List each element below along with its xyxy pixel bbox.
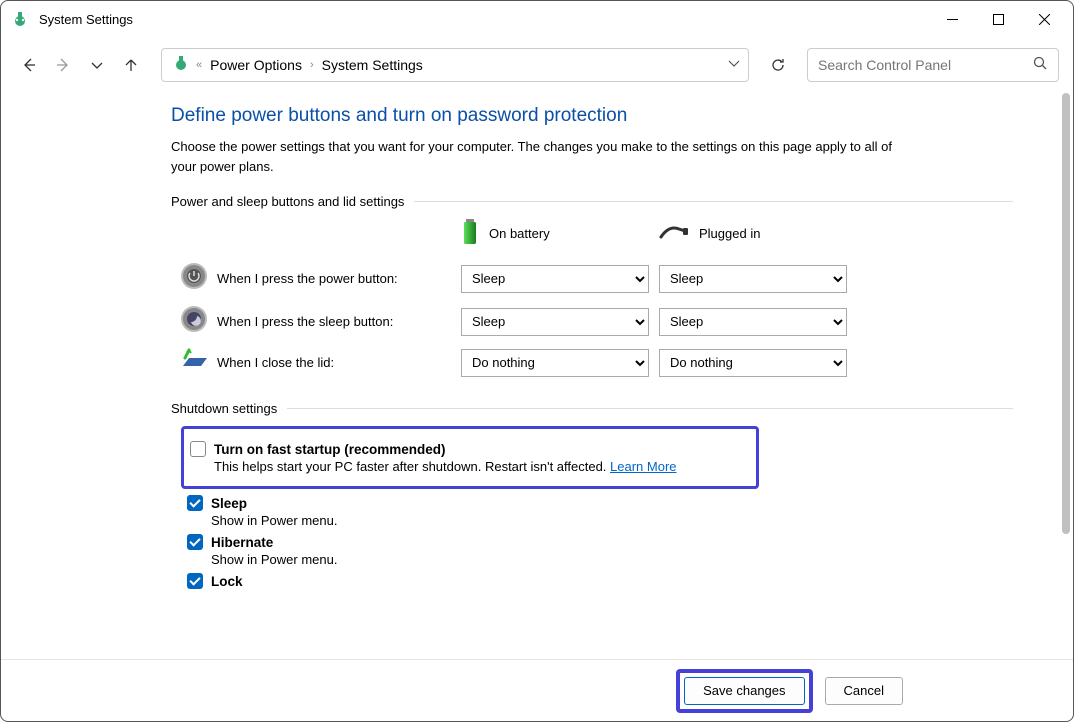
- lid-battery-select[interactable]: Do nothing: [461, 349, 649, 377]
- search-input[interactable]: [818, 57, 1032, 73]
- breadcrumb-power-options[interactable]: Power Options: [204, 55, 308, 75]
- hibernate-desc: Show in Power menu.: [211, 552, 1013, 567]
- maximize-button[interactable]: [975, 4, 1021, 34]
- on-battery-label: On battery: [489, 226, 550, 241]
- fast-startup-desc: This helps start your PC faster after sh…: [214, 459, 752, 474]
- section-power-buttons: Power and sleep buttons and lid settings: [171, 194, 1013, 209]
- lid-icon: [179, 348, 209, 377]
- battery-icon: [461, 219, 479, 248]
- toolbar: « Power Options › System Settings: [1, 37, 1073, 93]
- lid-plugged-select[interactable]: Do nothing: [659, 349, 847, 377]
- power-button-row: When I press the power button: Sleep Sle…: [171, 262, 1013, 295]
- address-dropdown-icon[interactable]: [726, 55, 742, 76]
- section-label: Shutdown settings: [171, 401, 277, 416]
- cancel-button[interactable]: Cancel: [825, 677, 903, 705]
- search-icon[interactable]: [1032, 55, 1048, 76]
- window-title: System Settings: [39, 12, 133, 27]
- lock-label: Lock: [211, 574, 243, 589]
- power-button-battery-select[interactable]: Sleep: [461, 265, 649, 293]
- app-icon: [11, 10, 29, 28]
- up-button[interactable]: [117, 51, 145, 79]
- plugged-in-label: Plugged in: [699, 226, 760, 241]
- lid-row: When I close the lid: Do nothing Do noth…: [171, 348, 1013, 377]
- search-box[interactable]: [807, 48, 1059, 82]
- scrollbar-thumb[interactable]: [1062, 93, 1070, 534]
- breadcrumb-prev-icon[interactable]: «: [194, 59, 204, 71]
- content-area: Define power buttons and turn on passwor…: [1, 93, 1073, 589]
- power-button-icon: [180, 262, 208, 295]
- sleep-item: Sleep Show in Power menu.: [187, 495, 1013, 528]
- fast-startup-highlight: Turn on fast startup (recommended) This …: [181, 426, 759, 489]
- minimize-button[interactable]: [929, 4, 975, 34]
- section-label: Power and sleep buttons and lid settings: [171, 194, 404, 209]
- control-panel-icon: [172, 54, 190, 77]
- column-headers: On battery Plugged in: [171, 219, 1013, 248]
- page-description: Choose the power settings that you want …: [171, 137, 911, 176]
- sleep-checkbox[interactable]: [187, 495, 203, 511]
- fast-startup-checkbox[interactable]: [190, 441, 206, 457]
- titlebar: System Settings: [1, 1, 1073, 37]
- section-shutdown: Shutdown settings: [171, 401, 1013, 416]
- sleep-button-icon: [180, 305, 208, 338]
- hibernate-checkbox[interactable]: [187, 534, 203, 550]
- power-button-label: When I press the power button:: [217, 271, 461, 286]
- sleep-button-plugged-select[interactable]: Sleep: [659, 308, 847, 336]
- chevron-right-icon: ›: [308, 59, 316, 71]
- lock-checkbox[interactable]: [187, 573, 203, 589]
- footer: Save changes Cancel: [1, 659, 1073, 721]
- sleep-button-label: When I press the sleep button:: [217, 314, 461, 329]
- breadcrumb-system-settings[interactable]: System Settings: [316, 55, 429, 75]
- sleep-label: Sleep: [211, 496, 247, 511]
- sleep-button-row: When I press the sleep button: Sleep Sle…: [171, 305, 1013, 338]
- plug-icon: [659, 223, 689, 244]
- back-button[interactable]: [15, 51, 43, 79]
- address-bar[interactable]: « Power Options › System Settings: [161, 48, 749, 82]
- power-button-plugged-select[interactable]: Sleep: [659, 265, 847, 293]
- hibernate-label: Hibernate: [211, 535, 273, 550]
- recent-dropdown[interactable]: [83, 51, 111, 79]
- save-button-highlight: Save changes: [676, 669, 812, 713]
- refresh-button[interactable]: [761, 48, 795, 82]
- close-button[interactable]: [1021, 4, 1067, 34]
- sleep-desc: Show in Power menu.: [211, 513, 1013, 528]
- page-title: Define power buttons and turn on passwor…: [171, 105, 1013, 127]
- fast-startup-label: Turn on fast startup (recommended): [214, 442, 446, 457]
- lid-label: When I close the lid:: [217, 355, 461, 370]
- scrollbar[interactable]: [1061, 93, 1071, 659]
- save-button[interactable]: Save changes: [684, 677, 804, 705]
- sleep-button-battery-select[interactable]: Sleep: [461, 308, 649, 336]
- forward-button[interactable]: [49, 51, 77, 79]
- lock-item: Lock: [187, 573, 1013, 589]
- hibernate-item: Hibernate Show in Power menu.: [187, 534, 1013, 567]
- learn-more-link[interactable]: Learn More: [610, 459, 676, 474]
- fast-startup-item: Turn on fast startup (recommended) This …: [190, 441, 752, 474]
